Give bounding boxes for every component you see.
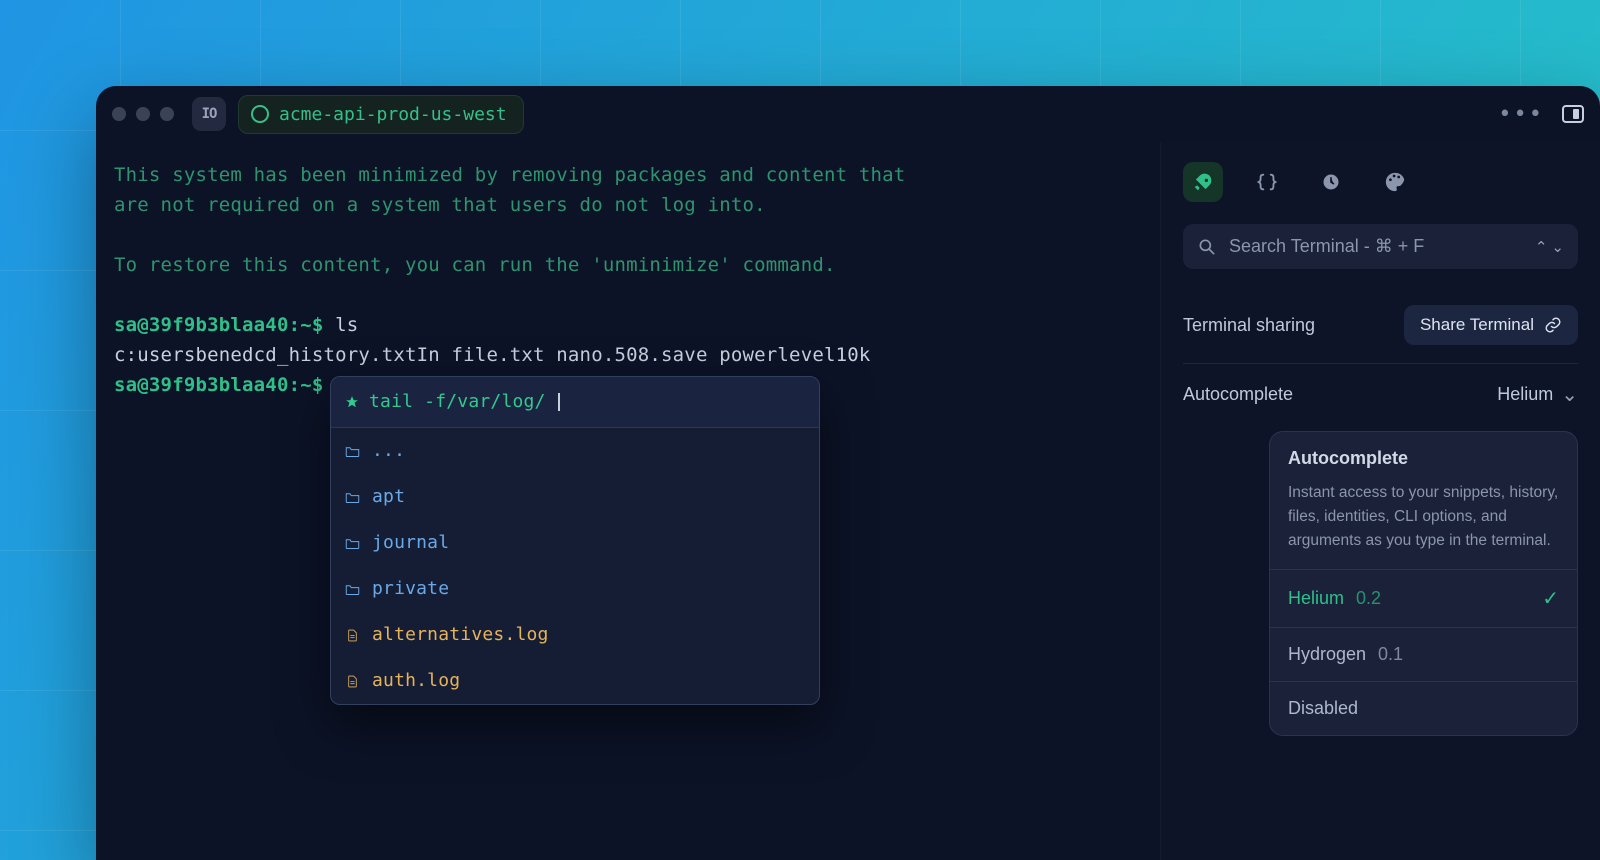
tab-braces[interactable] [1247, 162, 1287, 202]
chevron-down-icon: ⌄ [1561, 382, 1578, 407]
autocomplete-label: Autocomplete [1183, 384, 1293, 405]
sharing-label: Terminal sharing [1183, 315, 1315, 336]
traffic-lights [112, 107, 174, 121]
autocomplete-row: Autocomplete Helium ⌄ [1183, 368, 1578, 421]
search-input[interactable] [1229, 236, 1523, 257]
search-field[interactable]: ⌃ ⌄ [1183, 224, 1578, 269]
autocomplete-item[interactable]: private [331, 566, 819, 612]
autocomplete-item-label: ... [372, 436, 405, 466]
titlebar-right: ••• [1498, 102, 1584, 127]
command-text: ls [335, 314, 358, 336]
tab-launch[interactable] [1183, 162, 1223, 202]
chevron-up-icon[interactable]: ⌃ [1535, 238, 1548, 256]
braces-icon [1256, 171, 1278, 193]
check-icon: ✓ [1542, 586, 1559, 611]
autocomplete-item-label: journal [372, 528, 449, 558]
tab-theme[interactable] [1375, 162, 1415, 202]
clock-icon [1321, 172, 1341, 192]
motd-line: To restore this content, you can run the… [114, 250, 1148, 280]
option-version: 0.2 [1356, 588, 1381, 609]
host-name: acme-api-prod-us-west [279, 104, 507, 125]
app-badge: IO [192, 97, 226, 131]
rocket-icon [1193, 172, 1213, 192]
autocomplete-item[interactable]: journal [331, 520, 819, 566]
autocomplete-item[interactable]: ... [331, 428, 819, 474]
share-terminal-button[interactable]: Share Terminal [1404, 305, 1578, 345]
autocomplete-option[interactable]: Disabled [1270, 682, 1577, 735]
autocomplete-item-label: auth.log [372, 666, 460, 696]
text-cursor [558, 393, 560, 411]
palette-icon [1384, 171, 1406, 193]
chevron-down-icon[interactable]: ⌄ [1551, 238, 1564, 256]
shell-prompt: sa@39f9b3blaa40:~$ [114, 374, 335, 396]
autocomplete-card: Autocomplete Instant access to your snip… [1269, 431, 1578, 736]
option-name: Hydrogen [1288, 644, 1366, 665]
titlebar: IO acme-api-prod-us-west ••• [96, 86, 1600, 142]
sharing-row: Terminal sharing Share Terminal [1183, 291, 1578, 359]
window-body: This system has been minimized by removi… [96, 142, 1600, 860]
option-name: Helium [1288, 588, 1344, 609]
minimize-dot[interactable] [136, 107, 150, 121]
search-nav: ⌃ ⌄ [1535, 238, 1564, 256]
side-panel: ⌃ ⌄ Terminal sharing Share Terminal Auto… [1160, 142, 1600, 860]
autocomplete-option[interactable]: Helium 0.2 ✓ [1270, 570, 1577, 628]
autocomplete-current-text: tail -f/var/log/ [369, 387, 546, 417]
autocomplete-item-label: apt [372, 482, 405, 512]
motd-line: are not required on a system that users … [114, 190, 1148, 220]
maximize-dot[interactable] [160, 107, 174, 121]
autocomplete-option[interactable]: Hydrogen 0.1 [1270, 628, 1577, 682]
ls-output: c:usersbenedcd_history.txtIn file.txt na… [114, 340, 1148, 370]
option-version: 0.1 [1378, 644, 1403, 665]
autocomplete-item[interactable]: alternatives.log [331, 612, 819, 658]
search-icon [1197, 237, 1217, 257]
terminal-pane[interactable]: This system has been minimized by removi… [96, 142, 1160, 860]
autocomplete-item-label: private [372, 574, 449, 604]
motd-line: This system has been minimized by removi… [114, 160, 1148, 190]
more-icon[interactable]: ••• [1498, 102, 1544, 127]
terminal-window: IO acme-api-prod-us-west ••• This system… [96, 86, 1600, 860]
share-button-label: Share Terminal [1420, 315, 1534, 335]
link-icon [1544, 316, 1562, 334]
panel-toggle-icon[interactable] [1562, 105, 1584, 123]
autocomplete-selector[interactable]: Helium ⌄ [1497, 382, 1578, 407]
host-pill[interactable]: acme-api-prod-us-west [238, 95, 524, 134]
card-title: Autocomplete [1270, 432, 1577, 473]
autocomplete-item[interactable]: apt [331, 474, 819, 520]
rocket-icon [345, 395, 359, 409]
close-dot[interactable] [112, 107, 126, 121]
option-name: Disabled [1288, 698, 1358, 719]
side-tabs [1183, 162, 1578, 202]
card-desc: Instant access to your snippets, history… [1270, 473, 1577, 570]
autocomplete-selected: Helium [1497, 384, 1553, 405]
tab-history[interactable] [1311, 162, 1351, 202]
shell-prompt: sa@39f9b3blaa40:~$ [114, 314, 335, 336]
ubuntu-icon [251, 105, 269, 123]
autocomplete-popup: tail -f/var/log/ ... apt journal private alt… [330, 376, 820, 705]
autocomplete-item[interactable]: auth.log [331, 658, 819, 704]
autocomplete-item-label: alternatives.log [372, 620, 549, 650]
autocomplete-current: tail -f/var/log/ [331, 377, 819, 428]
